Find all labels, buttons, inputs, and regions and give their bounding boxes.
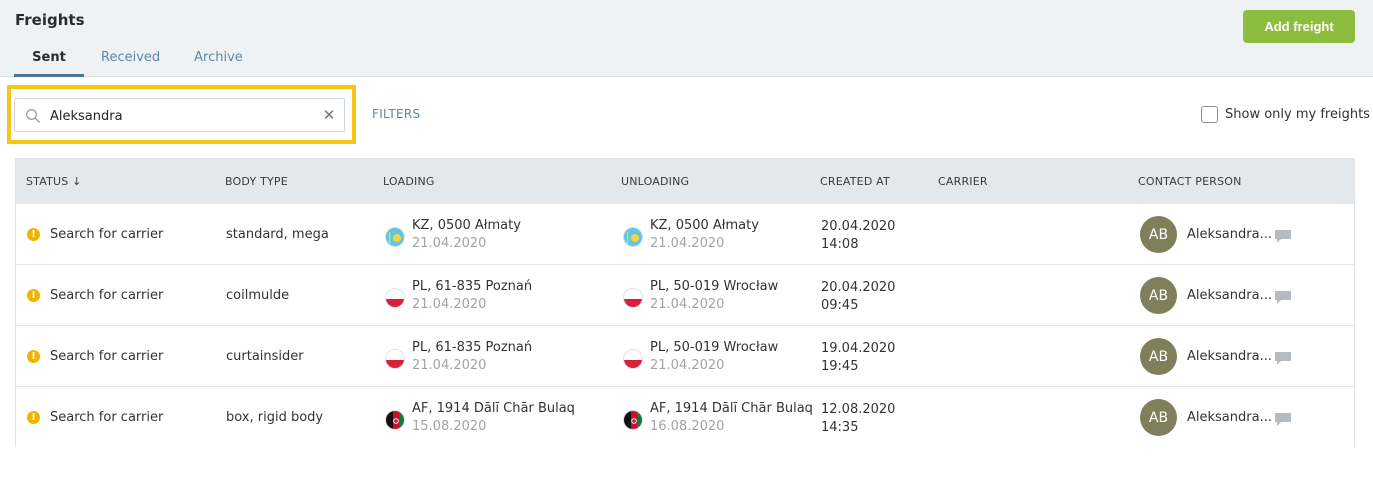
filters-link[interactable]: FILTERS bbox=[372, 107, 420, 121]
search-box: ✕ bbox=[14, 98, 345, 132]
loading-flag-icon bbox=[385, 227, 405, 247]
warning-icon: ! bbox=[27, 411, 40, 424]
status-text: Search for carrier bbox=[50, 227, 164, 242]
loading-date: 21.04.2020 bbox=[412, 236, 487, 251]
loading-date: 21.04.2020 bbox=[412, 297, 487, 312]
column-unloading: UNLOADING bbox=[621, 175, 690, 188]
created-at: 20.04.2020 09:45 bbox=[821, 279, 895, 315]
created-at: 20.04.2020 14:08 bbox=[821, 218, 895, 254]
add-freight-button[interactable]: Add freight bbox=[1243, 10, 1355, 43]
created-date: 20.04.2020 bbox=[821, 280, 896, 295]
table-row-3[interactable]: ! Search for carrier curtainsider PL, 61… bbox=[16, 325, 1354, 386]
loading-flag-icon bbox=[385, 288, 405, 308]
table-row-2[interactable]: ! Search for carrier coilmulde PL, 61-83… bbox=[16, 264, 1354, 325]
contact-name: Aleksandra... bbox=[1187, 349, 1272, 364]
loading-place-name: AF, 1914 Dālī Chār Bulaq bbox=[412, 401, 575, 416]
unloading-place-name: KZ, 0500 Ałmaty bbox=[650, 218, 759, 233]
loading-place-name: PL, 61-835 Poznań bbox=[412, 340, 533, 355]
loading-flag-icon bbox=[385, 349, 405, 369]
chat-icon[interactable] bbox=[1274, 412, 1292, 427]
created-time: 19:45 bbox=[821, 359, 859, 374]
created-at: 19.04.2020 19:45 bbox=[821, 340, 895, 376]
body-type: box, rigid body bbox=[226, 410, 324, 425]
created-time: 14:08 bbox=[821, 237, 859, 252]
created-time: 14:35 bbox=[821, 420, 859, 435]
avatar: AB bbox=[1140, 338, 1177, 375]
created-at: 12.08.2020 14:35 bbox=[821, 401, 895, 437]
table-row-4[interactable]: ! Search for carrier box, rigid body AF,… bbox=[16, 386, 1354, 447]
contact-name: Aleksandra... bbox=[1187, 227, 1272, 242]
page-title: Freights bbox=[15, 11, 85, 29]
search-input[interactable] bbox=[50, 106, 320, 126]
show-only-my-freights-checkbox[interactable] bbox=[1201, 106, 1218, 123]
unloading-place-name: AF, 1914 Dālī Chār Bulaq bbox=[650, 401, 813, 416]
column-body-type: BODY TYPE bbox=[225, 175, 288, 188]
body-type: standard, mega bbox=[226, 227, 329, 242]
freights-table: STATUS ↓ BODY TYPE LOADING UNLOADING CRE… bbox=[15, 158, 1355, 447]
created-date: 19.04.2020 bbox=[821, 341, 896, 356]
unloading-place-name: PL, 50-019 Wrocław bbox=[650, 279, 779, 294]
unloading-date: 21.04.2020 bbox=[650, 358, 725, 373]
unloading-flag-icon bbox=[623, 410, 643, 430]
loading-date: 15.08.2020 bbox=[412, 419, 487, 434]
chat-icon[interactable] bbox=[1274, 351, 1292, 366]
created-date: 12.08.2020 bbox=[821, 402, 896, 417]
body-type: curtainsider bbox=[226, 349, 304, 364]
loading-flag-icon bbox=[385, 410, 405, 430]
column-contact-person: CONTACT PERSON bbox=[1138, 175, 1242, 188]
tab-archive[interactable]: Archive bbox=[177, 50, 263, 76]
tab-received[interactable]: Received bbox=[84, 50, 177, 76]
avatar: AB bbox=[1140, 216, 1177, 253]
table-row-1[interactable]: ! Search for carrier standard, mega KZ, … bbox=[16, 203, 1354, 264]
created-date: 20.04.2020 bbox=[821, 219, 896, 234]
status-text: Search for carrier bbox=[50, 410, 164, 425]
unloading-date: 16.08.2020 bbox=[650, 419, 725, 434]
unloading-flag-icon bbox=[623, 349, 643, 369]
contact-name: Aleksandra... bbox=[1187, 288, 1272, 303]
warning-icon: ! bbox=[27, 228, 40, 241]
column-created-at: CREATED AT bbox=[820, 175, 890, 188]
status-text: Search for carrier bbox=[50, 288, 164, 303]
show-only-my-freights-label: Show only my freights bbox=[1225, 107, 1370, 122]
page-header: Freights Sent Received Archive Add freig… bbox=[0, 0, 1373, 77]
body-type: coilmulde bbox=[226, 288, 290, 303]
unloading-date: 21.04.2020 bbox=[650, 236, 725, 251]
unloading-flag-icon bbox=[623, 227, 643, 247]
table-header: STATUS ↓ BODY TYPE LOADING UNLOADING CRE… bbox=[16, 159, 1354, 203]
avatar: AB bbox=[1140, 399, 1177, 436]
warning-icon: ! bbox=[27, 350, 40, 363]
avatar: AB bbox=[1140, 277, 1177, 314]
chat-icon[interactable] bbox=[1274, 229, 1292, 244]
tab-bar: Sent Received Archive bbox=[14, 50, 263, 77]
loading-place-name: PL, 61-835 Poznań bbox=[412, 279, 533, 294]
column-status[interactable]: STATUS ↓ bbox=[26, 175, 82, 188]
created-time: 09:45 bbox=[821, 298, 859, 313]
column-loading: LOADING bbox=[383, 175, 435, 188]
search-icon bbox=[26, 109, 40, 123]
warning-icon: ! bbox=[27, 289, 40, 302]
contact-name: Aleksandra... bbox=[1187, 410, 1272, 425]
tab-sent[interactable]: Sent bbox=[14, 50, 84, 77]
status-text: Search for carrier bbox=[50, 349, 164, 364]
show-only-my-freights[interactable]: Show only my freights bbox=[1201, 106, 1370, 123]
column-carrier: CARRIER bbox=[938, 175, 988, 188]
chat-icon[interactable] bbox=[1274, 290, 1292, 305]
loading-place-name: KZ, 0500 Ałmaty bbox=[412, 218, 521, 233]
unloading-date: 21.04.2020 bbox=[650, 297, 725, 312]
unloading-place-name: PL, 50-019 Wrocław bbox=[650, 340, 779, 355]
close-icon[interactable]: ✕ bbox=[322, 107, 336, 123]
loading-date: 21.04.2020 bbox=[412, 358, 487, 373]
unloading-flag-icon bbox=[623, 288, 643, 308]
